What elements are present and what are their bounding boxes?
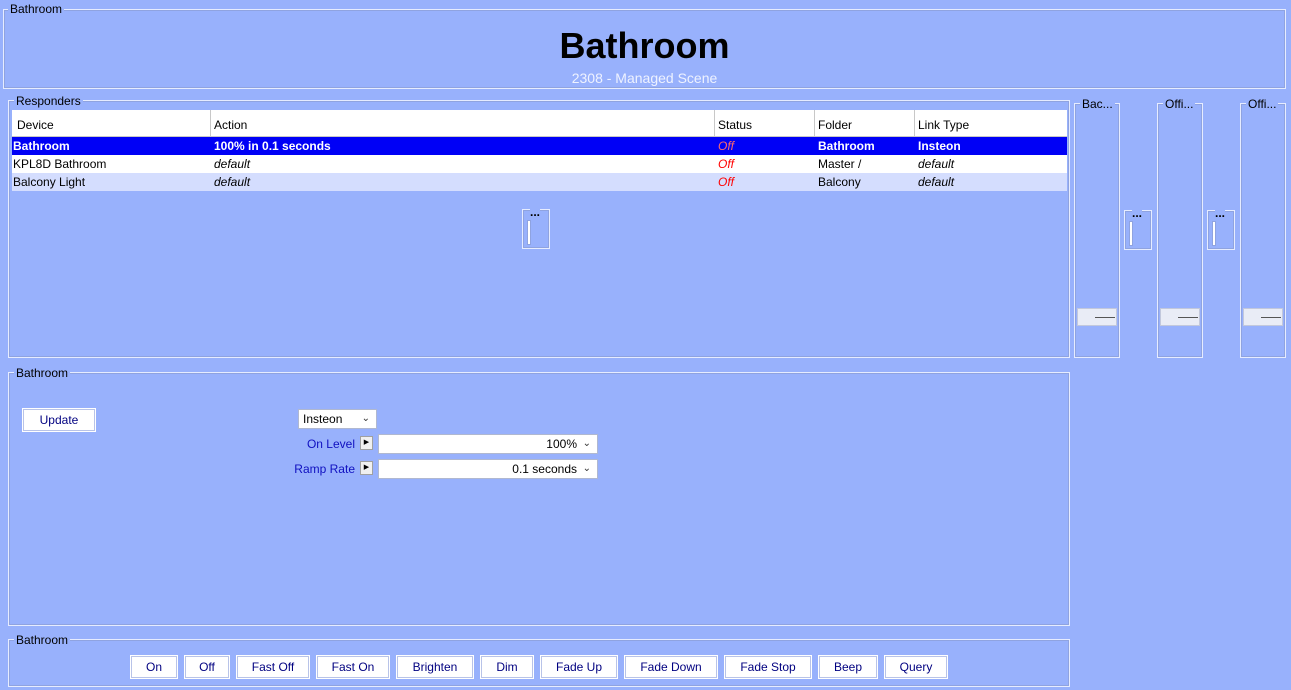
- table-row[interactable]: Bathroom 100% in 0.1 seconds Off Bathroo…: [12, 137, 1067, 155]
- table-row[interactable]: KPL8D Bathroom default Off Master / defa…: [12, 155, 1067, 173]
- on-level-expand-button[interactable]: ▶: [360, 436, 373, 450]
- cell-link-type: default: [918, 175, 955, 189]
- side-column-3: Offi...: [1240, 97, 1286, 358]
- level-slider-knob[interactable]: [1160, 308, 1200, 326]
- responders-mini-slider[interactable]: ...: [522, 205, 550, 249]
- commands-group-label: Bathroom: [14, 633, 71, 647]
- fast-on-button[interactable]: Fast On: [316, 655, 390, 679]
- off-button[interactable]: Off: [184, 655, 230, 679]
- cell-link-type: default: [918, 157, 955, 171]
- cell-device: Balcony Light: [13, 175, 86, 189]
- cell-device: Bathroom: [13, 139, 70, 153]
- fade-up-button[interactable]: Fade Up: [540, 655, 618, 679]
- commands-panel: Bathroom On Off Fast Off Fast On Brighte…: [8, 633, 1070, 687]
- page-subtitle: 2308 - Managed Scene: [571, 70, 718, 86]
- mini-slider-label: ...: [530, 205, 541, 219]
- cell-action: default: [214, 175, 251, 189]
- scene-header: Bathroom Bathroom 2308 - Managed Scene: [3, 2, 1286, 89]
- page-title: Bathroom: [559, 25, 730, 66]
- column-header-status[interactable]: Status: [715, 110, 815, 137]
- mini-slider-track[interactable]: [1212, 221, 1216, 246]
- cell-folder: Balcony: [818, 175, 861, 189]
- side-column-label: Bac...: [1080, 97, 1115, 111]
- side-column-1: Bac...: [1074, 97, 1120, 358]
- cell-action: 100% in 0.1 seconds: [214, 139, 331, 153]
- cell-link-type: Insteon: [918, 139, 961, 153]
- mini-slider-label: ...: [1132, 206, 1143, 220]
- ramp-rate-value: 0.1 seconds: [512, 462, 577, 476]
- side-column-label: Offi...: [1163, 97, 1196, 111]
- column-header-link-type[interactable]: Link Type: [915, 110, 1067, 137]
- side-column-2: Offi...: [1157, 97, 1203, 358]
- on-level-label: On Level: [306, 437, 355, 451]
- header-group-label: Bathroom: [8, 2, 65, 16]
- fade-down-button[interactable]: Fade Down: [624, 655, 718, 679]
- table-header: Device Action Status Folder Link Type: [12, 110, 1067, 137]
- chevron-down-icon: ⌄: [582, 438, 591, 449]
- cell-folder: Bathroom: [818, 139, 875, 153]
- fast-off-button[interactable]: Fast Off: [236, 655, 310, 679]
- ramp-rate-label: Ramp Rate: [294, 462, 355, 476]
- query-button[interactable]: Query: [884, 655, 948, 679]
- cell-folder: Master /: [818, 157, 862, 171]
- on-button[interactable]: On: [130, 655, 178, 679]
- editor-group-label: Bathroom: [14, 366, 71, 380]
- mini-slider-label: ...: [1215, 206, 1226, 220]
- responders-panel: Responders Device Action Status Folder L…: [8, 94, 1070, 358]
- responders-table: Device Action Status Folder Link Type Ba…: [12, 110, 1067, 191]
- chevron-down-icon: ⌄: [582, 463, 591, 474]
- level-slider-knob[interactable]: [1243, 308, 1283, 326]
- level-slider-knob[interactable]: [1077, 308, 1117, 326]
- cell-device: KPL8D Bathroom: [13, 157, 107, 171]
- link-type-value: Insteon: [303, 412, 343, 426]
- beep-button[interactable]: Beep: [818, 655, 878, 679]
- side-mini-slider-1[interactable]: ...: [1124, 206, 1152, 250]
- side-column-label: Offi...: [1246, 97, 1279, 111]
- dim-button[interactable]: Dim: [480, 655, 534, 679]
- ramp-rate-select[interactable]: 0.1 seconds ⌄: [378, 459, 598, 479]
- on-level-select[interactable]: 100% ⌄: [378, 434, 598, 454]
- mini-slider-track[interactable]: [1129, 221, 1133, 246]
- ramp-rate-expand-button[interactable]: ▶: [360, 461, 373, 475]
- mini-slider-track[interactable]: [527, 220, 531, 245]
- responder-editor-panel: Bathroom Update Insteon ⌄ On Level ▶ 100…: [8, 366, 1070, 626]
- responders-group-label: Responders: [14, 94, 83, 108]
- brighten-button[interactable]: Brighten: [396, 655, 474, 679]
- cell-status: Off: [718, 157, 735, 171]
- cell-status: Off: [718, 139, 735, 153]
- on-level-value: 100%: [546, 437, 577, 451]
- column-header-folder[interactable]: Folder: [815, 110, 915, 137]
- cell-action: default: [214, 157, 251, 171]
- table-row[interactable]: Balcony Light default Off Balcony defaul…: [12, 173, 1067, 191]
- column-header-action[interactable]: Action: [211, 110, 715, 137]
- update-button[interactable]: Update: [22, 408, 96, 432]
- link-type-select[interactable]: Insteon ⌄: [298, 409, 377, 429]
- fade-stop-button[interactable]: Fade Stop: [724, 655, 812, 679]
- cell-status: Off: [718, 175, 735, 189]
- chevron-down-icon: ⌄: [361, 413, 370, 424]
- side-mini-slider-2[interactable]: ...: [1207, 206, 1235, 250]
- column-header-device[interactable]: Device: [12, 110, 211, 137]
